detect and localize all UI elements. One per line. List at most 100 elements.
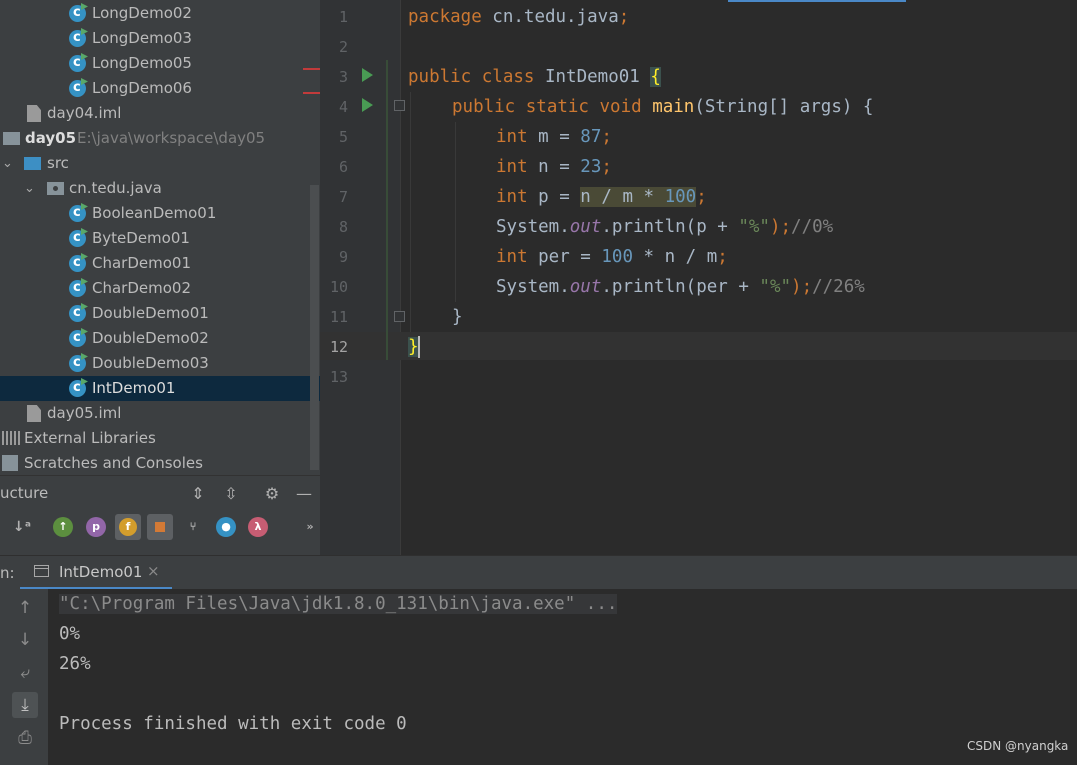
chevron-down-icon[interactable]: ⌄ bbox=[24, 176, 35, 201]
java-class-icon bbox=[69, 75, 86, 100]
tree-item-src[interactable]: ⌄ src bbox=[0, 151, 310, 176]
run-tab-label: IntDemo01 bbox=[59, 563, 143, 581]
code-token: "%" bbox=[738, 217, 770, 237]
code-line-6: int n = 23; bbox=[496, 152, 612, 182]
tree-item-chardemo02[interactable]: CharDemo02 bbox=[0, 275, 310, 301]
code-token: 100 bbox=[664, 187, 697, 207]
tree-item-external-libraries[interactable]: External Libraries bbox=[0, 426, 310, 451]
tree-item-day05-iml[interactable]: day05.iml bbox=[0, 401, 310, 426]
properties-icon[interactable]: p bbox=[86, 517, 106, 537]
gear-icon[interactable]: ⚙ bbox=[262, 484, 282, 503]
sort-alpha-icon[interactable]: ↓ᵃ bbox=[12, 517, 32, 537]
project-scrollbar[interactable] bbox=[310, 185, 319, 470]
run-tab-intdemo01[interactable]: IntDemo01 × bbox=[20, 556, 172, 590]
fold-icon[interactable] bbox=[394, 311, 405, 322]
tree-item-bytedemo01[interactable]: ByteDemo01 bbox=[0, 225, 310, 251]
tree-item-day05-module[interactable]: day05 E:\java\workspace\day05 bbox=[0, 126, 310, 151]
tree-item-label: CharDemo01 bbox=[92, 254, 191, 272]
tree-item-doubledemo02[interactable]: DoubleDemo02 bbox=[0, 325, 310, 351]
watermark: CSDN @nyangka bbox=[967, 739, 1069, 753]
run-main-icon[interactable] bbox=[362, 98, 373, 112]
matched-brace: { bbox=[650, 67, 661, 87]
code-token: "%" bbox=[759, 277, 792, 297]
scroll-to-end-icon[interactable]: ⤓ bbox=[12, 692, 38, 718]
fields-icon[interactable]: f bbox=[115, 514, 141, 540]
close-icon[interactable]: × bbox=[147, 562, 160, 580]
indent-guide bbox=[410, 92, 411, 332]
code-token: ); bbox=[791, 277, 813, 297]
lambdas-icon[interactable]: λ bbox=[248, 517, 268, 537]
tree-item-chardemo01[interactable]: CharDemo01 bbox=[0, 250, 310, 276]
java-class-icon bbox=[69, 25, 86, 50]
tree-item-label: DoubleDemo03 bbox=[92, 354, 209, 372]
tree-item-label: src bbox=[47, 154, 69, 172]
line-number: 3 bbox=[338, 68, 348, 86]
tree-item-intdemo01[interactable]: IntDemo01 bbox=[0, 375, 320, 401]
more-icon[interactable]: » bbox=[300, 517, 320, 537]
line-number: 6 bbox=[338, 158, 348, 176]
tree-item-longdemo02[interactable]: LongDemo02 bbox=[0, 0, 310, 26]
run-side-toolbar: ↑ ↓ ⤶ ⤓ ⎙ bbox=[0, 589, 48, 765]
tree-item-longdemo03[interactable]: LongDemo03 bbox=[0, 25, 310, 51]
text-caret bbox=[418, 336, 420, 358]
tree-item-booleandemo01[interactable]: BooleanDemo01 bbox=[0, 200, 310, 226]
collapse-all-icon[interactable]: ⇳ bbox=[221, 484, 241, 503]
code-token: ; bbox=[717, 247, 728, 267]
hide-icon[interactable]: — bbox=[294, 484, 314, 503]
code-token: 100 bbox=[601, 247, 633, 267]
code-token: out bbox=[569, 277, 602, 297]
fold-icon[interactable] bbox=[394, 100, 405, 111]
code-line-10: System.out.println(per + "%");//26% bbox=[496, 272, 865, 302]
chevron-down-icon[interactable]: ⌄ bbox=[2, 151, 13, 176]
java-class-icon bbox=[69, 0, 86, 25]
run-class-icon[interactable] bbox=[362, 68, 373, 82]
print-icon[interactable]: ⎙ bbox=[12, 725, 38, 751]
code-token: out bbox=[569, 217, 602, 237]
code-token: package bbox=[408, 7, 482, 27]
tree-item-label: BooleanDemo01 bbox=[92, 204, 217, 222]
non-public-icon[interactable] bbox=[147, 514, 173, 540]
module-folder-icon bbox=[3, 132, 20, 145]
code-token: int bbox=[496, 157, 528, 177]
source-folder-icon bbox=[24, 157, 41, 170]
code-token: public class bbox=[408, 67, 535, 87]
code-comment: //0% bbox=[791, 217, 834, 237]
soft-wrap-icon[interactable]: ⤶ bbox=[12, 660, 38, 686]
code-token: ); bbox=[769, 217, 792, 237]
java-class-icon bbox=[69, 50, 86, 75]
tree-item-day04-iml[interactable]: day04.iml bbox=[0, 101, 310, 126]
code-token: ; bbox=[601, 157, 612, 177]
tree-item-package[interactable]: ⌄ cn.tedu.java bbox=[0, 176, 310, 201]
expand-all-icon[interactable]: ⇕ bbox=[188, 484, 208, 503]
project-tool-window: LongDemo02 LongDemo03 LongDemo05 LongDem… bbox=[0, 0, 320, 475]
anonymous-classes-icon[interactable]: ⑂ bbox=[183, 517, 203, 537]
tree-item-longdemo05[interactable]: LongDemo05 bbox=[0, 50, 310, 76]
console-line: "C:\Program Files\Java\jdk1.8.0_131\bin\… bbox=[59, 589, 618, 619]
structure-toolbar: ↓ᵃ ↑ p f ⑂ ● λ » bbox=[0, 512, 320, 544]
package-icon bbox=[47, 182, 64, 195]
fields-letter: f bbox=[119, 518, 137, 536]
inherited-icon[interactable]: ↑ bbox=[53, 517, 73, 537]
code-token: n = bbox=[527, 157, 581, 177]
error-stripe-mark bbox=[303, 92, 320, 94]
tree-item-doubledemo01[interactable]: DoubleDemo01 bbox=[0, 300, 310, 326]
tree-item-scratches[interactable]: Scratches and Consoles bbox=[0, 451, 310, 475]
code-token: .println(p + bbox=[601, 217, 739, 237]
tree-item-label: LongDemo06 bbox=[92, 79, 192, 97]
scratch-icon bbox=[2, 455, 18, 471]
code-token: (String[] args) { bbox=[694, 97, 874, 117]
tree-item-longdemo06[interactable]: LongDemo06 bbox=[0, 75, 310, 101]
arrow-down-icon[interactable]: ↓ bbox=[12, 627, 38, 653]
arrow-up-icon[interactable]: ↑ bbox=[12, 595, 38, 621]
line-number: 11 bbox=[329, 308, 348, 326]
line-number: 7 bbox=[338, 188, 348, 206]
run-icon[interactable]: ● bbox=[216, 517, 236, 537]
tree-item-doubledemo03[interactable]: DoubleDemo03 bbox=[0, 350, 310, 376]
code-line-11: } bbox=[452, 302, 463, 332]
java-class-icon bbox=[69, 325, 86, 350]
tree-item-label: cn.tedu.java bbox=[69, 179, 162, 197]
line-number: 10 bbox=[329, 278, 348, 296]
java-class-icon bbox=[69, 350, 86, 375]
run-panel-label: n: bbox=[0, 564, 15, 582]
java-class-icon bbox=[69, 275, 86, 300]
